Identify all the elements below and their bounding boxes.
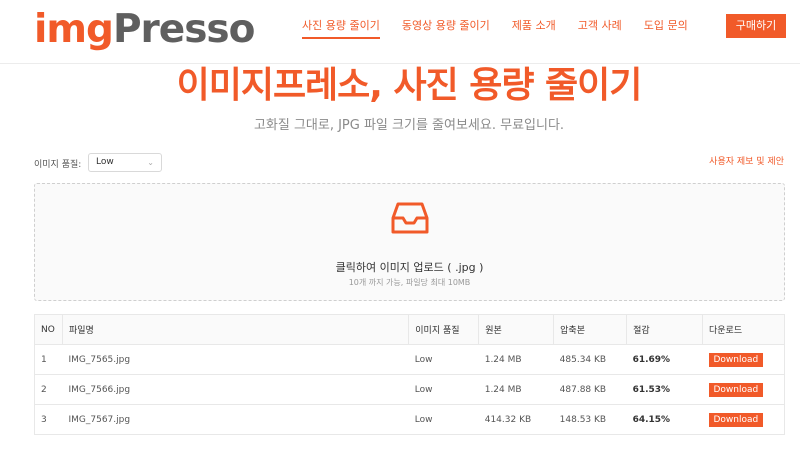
column-header-saving: 절감 [626,314,703,345]
column-header-download: 다운로드 [702,314,785,345]
table-row: 2 IMG_7566.jpg Low 1.24 MB 487.88 KB 61.… [34,374,785,405]
table-row: 1 IMG_7565.jpg Low 1.24 MB 485.34 KB 61.… [34,344,785,375]
row-number: 2 [34,374,63,405]
download-button[interactable]: Download [708,382,764,397]
upload-dropzone[interactable]: 클릭하여 이미지 업로드 ( .jpg ) 10개 까지 가능, 파일당 최대 … [34,183,785,301]
column-header-quality: 이미지 품질 [408,314,480,345]
results-table: NO 파일명 이미지 품질 원본 압축본 절감 다운로드 1 IMG_7565.… [34,314,785,435]
logo-text-presso: Presso [112,7,255,52]
file-name: IMG_7566.jpg [62,374,409,405]
quality-select[interactable]: Low ⌄ [88,153,162,172]
download-cell: Download [702,404,785,435]
saving-percent: 61.69% [626,344,703,375]
table-row: 3 IMG_7567.jpg Low 414.32 KB 148.53 KB 6… [34,404,785,435]
column-header-compressed: 압축본 [553,314,628,345]
feedback-link[interactable]: 사용자 제보 및 제안 [709,154,784,167]
compressed-size: 485.34 KB [553,344,627,375]
page-subtitle: 고화질 그대로, JPG 파일 크기를 줄여보세요. 무료입니다. [253,118,565,133]
chevron-down-icon: ⌄ [147,158,154,167]
nav-customer-cases[interactable]: 고객 사례 [578,17,622,39]
column-header-no: NO [34,314,63,345]
main-nav: 사진 용량 줄이기 동영상 용량 줄이기 제품 소개 고객 사례 도입 문의 [302,17,710,39]
page-title: 이미지프레소, 사진 용량 줄이기 [176,65,643,106]
compressed-size: 487.88 KB [553,374,627,405]
row-number: 3 [34,404,63,435]
column-header-filename: 파일명 [62,314,410,345]
download-button[interactable]: Download [708,412,764,427]
logo-text-img: img [34,7,114,52]
file-name: IMG_7565.jpg [62,344,409,375]
nav-compress-video[interactable]: 동영상 용량 줄이기 [402,17,490,39]
row-quality: Low [408,404,479,435]
nav-product-intro[interactable]: 제품 소개 [512,17,556,39]
inbox-icon [391,202,429,234]
original-size: 414.32 KB [478,404,554,435]
imgpresso-logo[interactable]: imgPresso [34,7,255,52]
saving-percent: 64.15% [626,404,703,435]
file-name: IMG_7567.jpg [62,404,409,435]
nav-compress-photo[interactable]: 사진 용량 줄이기 [302,17,380,39]
compressed-size: 148.53 KB [553,404,627,435]
row-number: 1 [34,344,63,375]
download-cell: Download [702,344,785,375]
table-header-row: NO 파일명 이미지 품질 원본 압축본 절감 다운로드 [34,314,785,345]
download-cell: Download [702,374,785,405]
site-header: imgPresso 사진 용량 줄이기 동영상 용량 줄이기 제품 소개 고객 … [0,0,800,64]
original-size: 1.24 MB [478,344,554,375]
column-header-original: 원본 [478,314,555,345]
quality-label: 이미지 품질: [34,160,82,170]
saving-percent: 61.53% [626,374,703,405]
download-button[interactable]: Download [708,352,764,367]
quality-select-value: Low [96,157,114,167]
row-quality: Low [408,344,479,375]
original-size: 1.24 MB [478,374,554,405]
nav-inquiry[interactable]: 도입 문의 [644,17,688,39]
buy-button[interactable]: 구매하기 [726,14,786,38]
upload-title: 클릭하여 이미지 업로드 ( .jpg ) [335,261,484,274]
row-quality: Low [408,374,479,405]
upload-hint: 10개 까지 가능, 파일당 최대 10MB [348,278,471,287]
